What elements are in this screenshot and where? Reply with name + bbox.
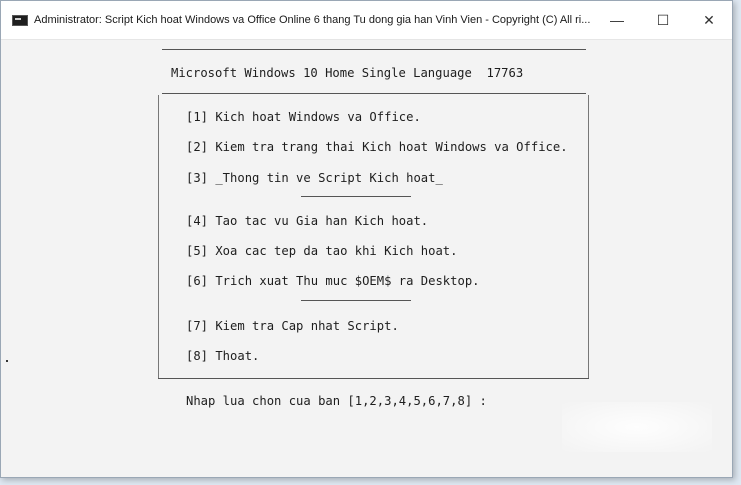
menu-box-right-border [588,95,589,379]
close-button[interactable]: ✕ [686,1,732,39]
menu-option-2: [2] Kiem tra trang thai Kich hoat Window… [186,140,568,154]
menu-option-7: [7] Kiem tra Cap nhat Script. [186,319,399,333]
choice-prompt: Nhap lua chon cua ban [1,2,3,4,5,6,7,8] … [186,394,487,408]
title-bar[interactable]: Administrator: Script Kich hoat Windows … [1,1,732,40]
menu-box-left-border [158,95,159,379]
maximize-button[interactable]: ☐ [640,1,686,39]
screen-glare [562,402,712,452]
close-icon: ✕ [703,11,715,28]
menu-box-bottom-rule [158,378,589,379]
minimize-icon: — [610,12,624,28]
menu-option-1: [1] Kich hoat Windows va Office. [186,110,421,124]
menu-option-6: [6] Trich xuat Thu muc $OEM$ ra Desktop. [186,274,480,288]
console-window: Administrator: Script Kich hoat Windows … [0,0,733,478]
minimize-button[interactable]: — [594,1,640,39]
maximize-icon: ☐ [656,11,670,28]
os-version-header: Microsoft Windows 10 Home Single Languag… [171,66,524,80]
console-output[interactable]: Microsoft Windows 10 Home Single Languag… [1,40,732,477]
header-top-rule [162,49,586,50]
menu-option-8: [8] Thoat. [186,349,260,363]
menu-separator-2 [301,300,411,301]
menu-option-3: [3] _Thong tin ve Script Kich hoat_ [186,171,443,185]
header-bottom-rule [162,93,586,94]
edge-dot [6,360,8,362]
menu-separator-1 [301,196,411,197]
window-controls: — ☐ ✕ [594,1,732,39]
window-title: Administrator: Script Kich hoat Windows … [34,14,591,26]
console-app-icon[interactable] [12,14,28,26]
menu-option-4: [4] Tao tac vu Gia han Kich hoat. [186,214,429,228]
menu-option-5: [5] Xoa cac tep da tao khi Kich hoat. [186,244,458,258]
